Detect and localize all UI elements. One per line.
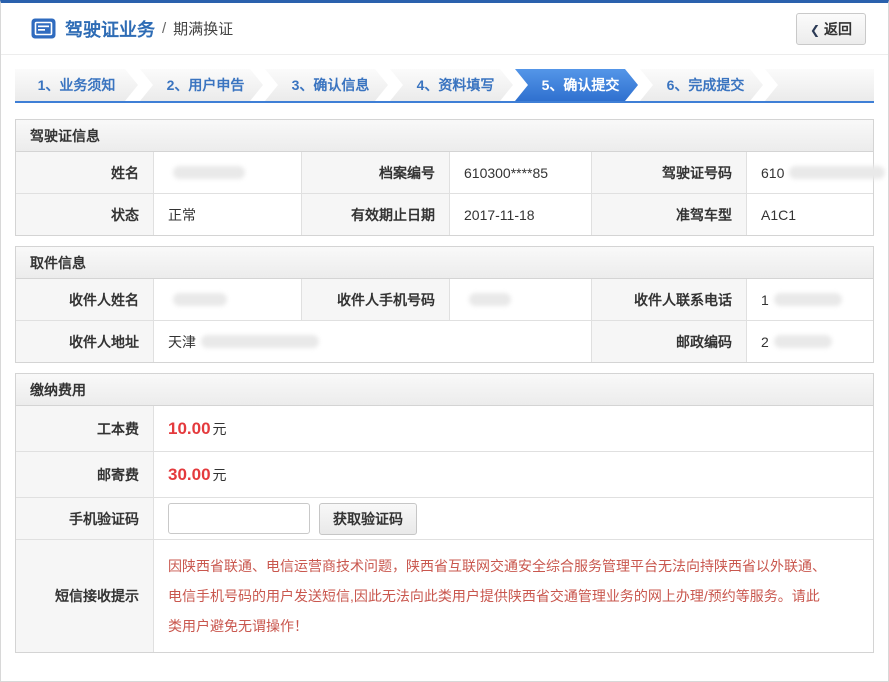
postal-code-label: 邮政编码 xyxy=(592,321,747,362)
fees-section: 缴纳费用 工本费 10.00元 邮寄费 30.00元 手机验证码 获取验证码 短… xyxy=(15,373,874,653)
sms-notice-label: 短信接收提示 xyxy=(16,540,154,652)
recipient-phone-value: 1 xyxy=(747,279,873,320)
table-row: 邮寄费 30.00元 xyxy=(16,451,873,497)
step-2-user-declaration: 2、用户申告 xyxy=(140,69,263,101)
expiry-date-label: 有效期止日期 xyxy=(302,194,450,235)
redacted-name xyxy=(173,166,245,179)
table-row: 工本费 10.00元 xyxy=(16,406,873,451)
file-number-value: 610300****85 xyxy=(450,152,592,193)
license-section-title: 驾驶证信息 xyxy=(16,120,873,152)
vehicle-class-label: 准驾车型 xyxy=(592,194,747,235)
step-5-confirm-submit-active: 5、确认提交 xyxy=(515,69,638,101)
breadcrumb-secondary: 期满换证 xyxy=(173,18,233,39)
sms-notice-text: 因陕西省联通、电信运营商技术问题，陕西省互联网交通安全综合服务管理平台无法向持陕… xyxy=(154,540,873,652)
recipient-mobile-label: 收件人手机号码 xyxy=(302,279,450,320)
redacted-address xyxy=(201,335,319,348)
table-row: 收件人姓名 收件人手机号码 收件人联系电话 1 xyxy=(16,279,873,320)
status-label: 状态 xyxy=(16,194,154,235)
breadcrumb-primary: 驾驶证业务 xyxy=(65,16,155,42)
step-bar-filler xyxy=(765,69,874,101)
step-6-complete-submit: 6、完成提交 xyxy=(640,69,763,101)
recipient-name-value xyxy=(154,279,302,320)
name-value xyxy=(154,152,302,193)
breadcrumb-divider: / xyxy=(162,20,166,37)
postal-code-value: 2 xyxy=(747,321,873,362)
step-4-fill-data: 4、资料填写 xyxy=(390,69,513,101)
license-card-icon xyxy=(31,18,56,39)
redacted-postal-code xyxy=(774,335,832,348)
recipient-name-label: 收件人姓名 xyxy=(16,279,154,320)
redacted-recipient-name xyxy=(173,293,227,306)
license-info-section: 驾驶证信息 姓名 档案编号 610300****85 驾驶证号码 610 状态 … xyxy=(15,119,874,236)
mailing-fee-unit: 元 xyxy=(213,465,227,485)
license-number-label: 驾驶证号码 xyxy=(592,152,747,193)
redacted-phone xyxy=(774,293,842,306)
redacted-license-number xyxy=(789,166,885,179)
step-wizard: 1、业务须知 2、用户申告 3、确认信息 4、资料填写 5、确认提交 6、完成提… xyxy=(15,69,874,103)
header-bar: 驾驶证业务 / 期满换证 ❮ 返回 xyxy=(1,3,888,55)
sms-code-cell: 获取验证码 xyxy=(154,498,873,539)
redacted-mobile xyxy=(469,293,511,306)
back-chevron-icon: ❮ xyxy=(810,23,820,37)
vehicle-class-value: A1C1 xyxy=(747,194,873,235)
step-3-confirm-info: 3、确认信息 xyxy=(265,69,388,101)
file-number-label: 档案编号 xyxy=(302,152,450,193)
table-row: 短信接收提示 因陕西省联通、电信运营商技术问题，陕西省互联网交通安全综合服务管理… xyxy=(16,539,873,652)
recipient-address-label: 收件人地址 xyxy=(16,321,154,362)
recipient-phone-label: 收件人联系电话 xyxy=(592,279,747,320)
mailing-fee-amount: 30.00 xyxy=(168,465,211,485)
pickup-info-section: 取件信息 收件人姓名 收件人手机号码 收件人联系电话 1 收件人地址 天津 邮政… xyxy=(15,246,874,363)
recipient-mobile-value xyxy=(450,279,592,320)
name-label: 姓名 xyxy=(16,152,154,193)
table-row: 手机验证码 获取验证码 xyxy=(16,497,873,539)
sms-code-label: 手机验证码 xyxy=(16,498,154,539)
page-panel: 驾驶证业务 / 期满换证 ❮ 返回 1、业务须知 2、用户申告 3、确认信息 4、… xyxy=(0,0,889,682)
back-button[interactable]: ❮ 返回 xyxy=(796,13,866,45)
back-button-label: 返回 xyxy=(824,21,852,37)
fees-section-title: 缴纳费用 xyxy=(16,374,873,406)
step-1-business-notice: 1、业务须知 xyxy=(15,69,138,101)
pickup-section-title: 取件信息 xyxy=(16,247,873,279)
mailing-fee-label: 邮寄费 xyxy=(16,452,154,497)
production-fee-unit: 元 xyxy=(213,419,227,439)
get-code-button[interactable]: 获取验证码 xyxy=(319,503,417,535)
table-row: 收件人地址 天津 邮政编码 2 xyxy=(16,320,873,362)
status-value: 正常 xyxy=(154,194,302,235)
table-row: 状态 正常 有效期止日期 2017-11-18 准驾车型 A1C1 xyxy=(16,193,873,235)
mailing-fee-value: 30.00元 xyxy=(154,452,873,497)
recipient-address-value: 天津 xyxy=(154,321,592,362)
expiry-date-value: 2017-11-18 xyxy=(450,194,592,235)
production-fee-value: 10.00元 xyxy=(154,406,873,451)
table-row: 姓名 档案编号 610300****85 驾驶证号码 610 xyxy=(16,152,873,193)
license-number-value: 610 xyxy=(747,152,885,193)
production-fee-label: 工本费 xyxy=(16,406,154,451)
production-fee-amount: 10.00 xyxy=(168,419,211,439)
sms-code-input[interactable] xyxy=(168,503,310,534)
